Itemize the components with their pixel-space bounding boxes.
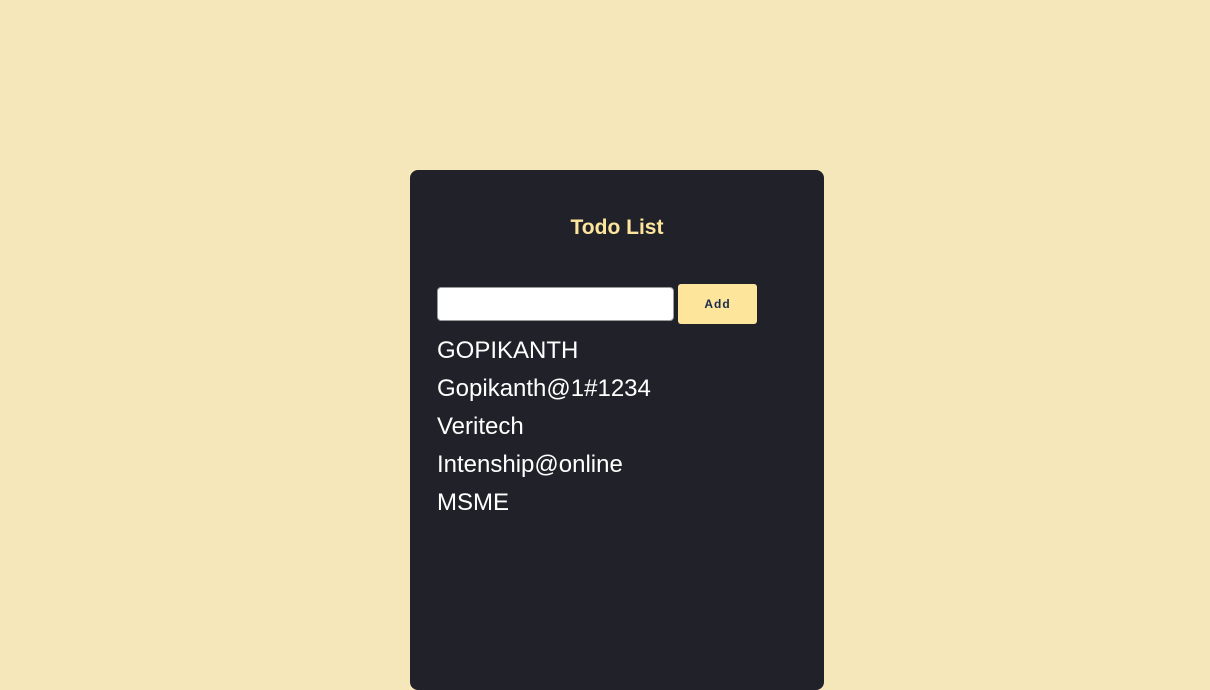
todo-item[interactable]: MSME bbox=[437, 484, 651, 522]
todo-input[interactable] bbox=[437, 287, 674, 321]
add-todo-form: Add bbox=[437, 284, 757, 324]
add-button[interactable]: Add bbox=[678, 284, 757, 324]
todo-item[interactable]: GOPIKANTH bbox=[437, 332, 651, 370]
todo-card: Todo List Add GOPIKANTH Gopikanth@1#1234… bbox=[410, 170, 824, 690]
todo-item[interactable]: Intenship@online bbox=[437, 446, 651, 484]
page-title: Todo List bbox=[570, 216, 664, 239]
todo-item[interactable]: Veritech bbox=[437, 408, 651, 446]
todo-item[interactable]: Gopikanth@1#1234 bbox=[437, 370, 651, 408]
todo-list: GOPIKANTH Gopikanth@1#1234 Veritech Inte… bbox=[437, 332, 651, 522]
